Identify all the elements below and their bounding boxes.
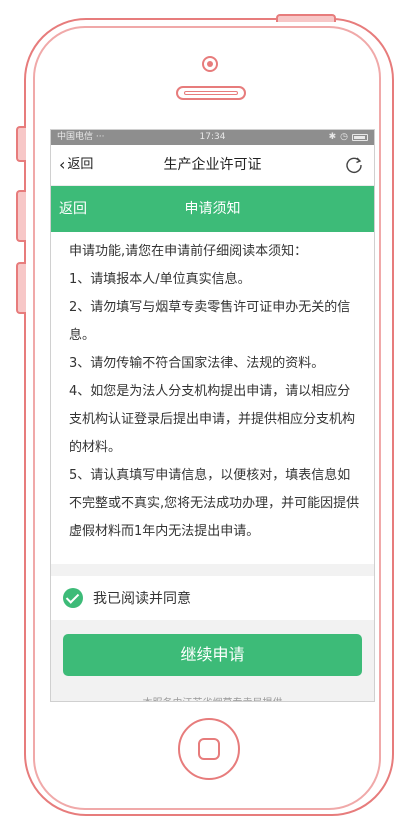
notice-item-4: 4、如您是为法人分支机构提出申请，请以相应分支机构认证登录后提出申请，并提供相应…	[69, 384, 356, 455]
provider-footer: 本服务由江苏省烟草专卖局提供	[51, 694, 374, 701]
volume-down-button	[16, 262, 26, 314]
mute-switch	[16, 126, 26, 162]
refresh-icon[interactable]	[344, 155, 364, 175]
continue-button[interactable]: 继续申请	[63, 634, 362, 676]
alarm-icon: ◷	[340, 132, 348, 142]
check-circle-icon[interactable]	[63, 588, 83, 608]
notice-item-1: 1、请填报本人/单位真实信息。	[69, 272, 251, 287]
power-button	[276, 14, 336, 22]
notice-content: 申请功能,请您在申请前仔细阅读本须知： 1、请填报本人/单位真实信息。 2、请勿…	[51, 232, 374, 546]
action-area: 继续申请 本服务由江苏省烟草专卖局提供	[51, 620, 374, 701]
agree-checkbox-row[interactable]: 我已阅读并同意	[51, 576, 374, 620]
page-title: 生产企业许可证	[163, 157, 262, 173]
section-divider	[51, 564, 374, 576]
front-camera	[202, 56, 218, 72]
status-icons: ✱ ◷	[329, 130, 368, 145]
battery-icon	[352, 134, 368, 141]
notice-intro: 申请功能,请您在申请前仔细阅读本须知：	[69, 244, 308, 259]
notice-item-2: 2、请勿填写与烟草专卖零售许可证申办无关的信息。	[69, 300, 351, 343]
header-back-button[interactable]: 返回	[59, 186, 87, 232]
notice-header: 返回 申请须知	[51, 186, 374, 232]
clock: 17:34	[199, 132, 226, 142]
notice-title: 申请须知	[184, 201, 241, 217]
agree-label: 我已阅读并同意	[93, 591, 191, 607]
earpiece-speaker	[176, 86, 246, 100]
status-bar: 中国电信 ··· 17:34 ✱ ◷	[51, 130, 374, 145]
phone-screen: 中国电信 ··· 17:34 ✱ ◷ ‹ 返回 生产企业许可证 返回 申请须知 …	[50, 129, 375, 702]
notice-item-5: 5、请认真填写申请信息，以便核对，填表信息如不完整或不真实,您将无法成功办理，并…	[69, 468, 360, 539]
volume-up-button	[16, 190, 26, 242]
notice-item-3: 3、请勿传输不符合国家法律、法规的资料。	[69, 356, 325, 371]
nav-back-label: 返回	[67, 157, 94, 172]
chevron-left-icon: ‹	[59, 155, 66, 174]
bluetooth-icon: ✱	[328, 132, 337, 142]
nav-bar: ‹ 返回 生产企业许可证	[51, 145, 374, 186]
nav-back-button[interactable]: ‹ 返回	[59, 145, 93, 185]
home-button[interactable]	[178, 718, 240, 780]
